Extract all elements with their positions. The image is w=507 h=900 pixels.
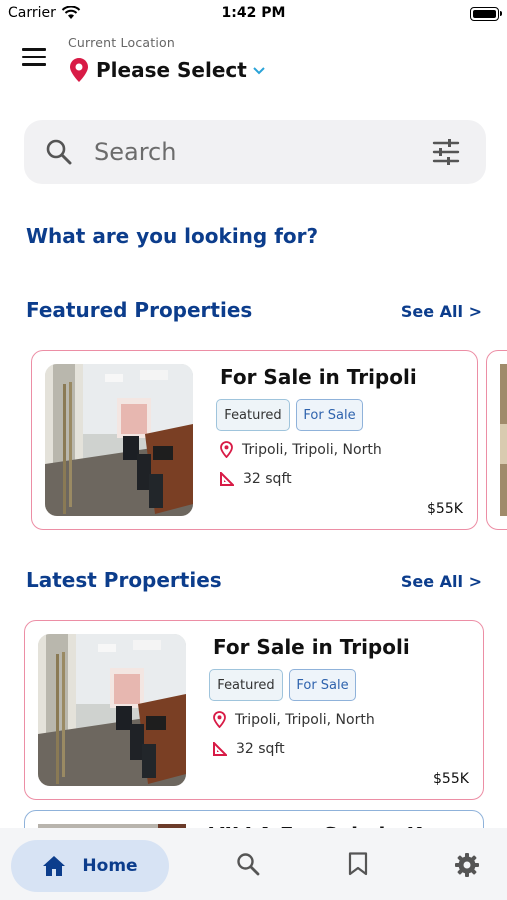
location-value: Please Select [96,58,247,82]
property-price: $55K [433,771,469,787]
status-bar: Carrier 1:42 PM [0,0,507,30]
location-pin-icon [70,58,88,82]
featured-tag: Featured [209,669,283,701]
area-text: 32 sqft [243,471,292,487]
menu-icon[interactable] [22,48,48,70]
property-location: Tripoli, Tripoli, North [220,441,382,458]
featured-see-all-link[interactable]: See All > [401,302,482,321]
ruler-icon [220,472,234,486]
search-input[interactable] [94,120,414,184]
for-sale-tag: For Sale [289,669,356,701]
location-text: Tripoli, Tripoli, North [242,441,382,458]
property-area: 32 sqft [220,471,292,487]
nav-home-button[interactable]: Home [11,840,169,892]
battery-icon [470,7,502,21]
location-pin-icon [213,711,226,728]
chevron-down-icon [253,67,265,75]
location-label: Current Location [68,35,175,50]
for-sale-tag: For Sale [296,399,363,431]
nav-home-label: Home [82,856,138,876]
ruler-icon [213,742,227,756]
property-price: $55K [427,501,463,517]
bottom-nav: Home [0,828,507,900]
latest-property-card[interactable]: For Sale in Tripoli Featured For Sale Tr… [24,620,484,800]
featured-property-card-next[interactable] [486,350,507,530]
home-icon [43,856,66,876]
location-text: Tripoli, Tripoli, North [235,711,375,728]
looking-for-heading: What are you looking for? [26,224,319,248]
clock: 1:42 PM [221,5,286,21]
latest-properties-heading: Latest Properties [26,568,222,592]
location-dropdown[interactable]: Please Select [70,57,265,83]
property-area: 32 sqft [213,741,285,757]
search-bar[interactable] [24,120,486,184]
property-photo [45,364,193,516]
location-pin-icon [220,441,233,458]
bookmark-icon[interactable] [348,852,368,876]
property-title: For Sale in Tripoli [220,365,417,389]
latest-see-all-link[interactable]: See All > [401,572,482,591]
featured-property-card[interactable]: For Sale in Tripoli Featured For Sale Tr… [31,350,478,530]
property-title: For Sale in Tripoli [213,635,410,659]
property-photo [38,634,186,786]
property-location: Tripoli, Tripoli, North [213,711,375,728]
search-icon[interactable] [236,852,260,876]
featured-tag: Featured [216,399,290,431]
featured-properties-heading: Featured Properties [26,298,253,322]
gear-icon[interactable] [454,852,480,878]
filter-icon[interactable] [432,138,460,166]
search-icon [46,139,72,165]
area-text: 32 sqft [236,741,285,757]
